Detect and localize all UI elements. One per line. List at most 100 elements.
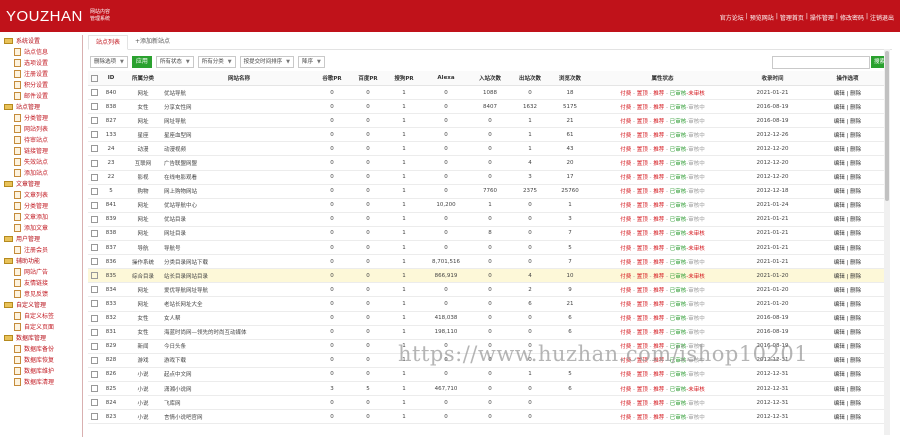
status-flag[interactable]: -审核中 [686, 415, 705, 421]
status-flag[interactable]: 推荐 [653, 401, 664, 407]
edit-link[interactable]: 编辑 [834, 217, 845, 223]
cell-category[interactable]: 网址 [122, 212, 164, 227]
status-flag[interactable]: 已审核 [670, 105, 687, 111]
edit-link[interactable]: 编辑 [834, 105, 845, 111]
cell-site-name[interactable]: 分类目录网站下载 [164, 254, 314, 270]
edit-link[interactable]: 编辑 [834, 161, 845, 167]
cell-site-name[interactable]: 优站目录 [164, 212, 314, 227]
status-flag[interactable]: 推荐 [653, 133, 664, 139]
status-flag[interactable]: -审核中 [686, 189, 705, 195]
status-flag[interactable]: 推荐 [653, 302, 664, 308]
status-flag[interactable]: 已审核 [670, 401, 687, 407]
cell-category[interactable]: 网址 [122, 296, 164, 312]
status-flag[interactable]: -审核中 [686, 133, 705, 139]
status-flag[interactable]: 推荐 [653, 274, 664, 280]
edit-link[interactable]: 编辑 [834, 316, 845, 322]
row-checkbox[interactable] [90, 286, 98, 294]
row-checkbox[interactable] [90, 356, 98, 364]
status-flag[interactable]: 推荐 [653, 203, 664, 209]
cell-category[interactable]: 影视 [122, 170, 164, 185]
status-flag[interactable]: 付费 [620, 175, 631, 181]
sidebar-item[interactable]: 数据库清理 [0, 376, 82, 387]
status-flag[interactable]: 推荐 [653, 147, 664, 153]
sidebar-item[interactable]: 网站广告 [0, 266, 82, 277]
sidebar-item[interactable]: 链接管理 [0, 145, 82, 156]
cell-category[interactable]: 网址 [122, 85, 164, 101]
edit-link[interactable]: 编辑 [834, 189, 845, 195]
status-flag[interactable]: 置顶 [637, 288, 648, 294]
edit-link[interactable]: 编辑 [834, 119, 845, 125]
status-flag[interactable]: 付费 [620, 260, 631, 266]
status-flag[interactable]: 付费 [620, 415, 631, 421]
vertical-scrollbar[interactable] [884, 49, 890, 435]
link-logout[interactable]: 注销退出 [870, 13, 894, 22]
edit-link[interactable]: 编辑 [834, 175, 845, 181]
status-flag[interactable]: 已审核 [670, 203, 687, 209]
cell-site-name[interactable]: 飞库网 [164, 395, 314, 411]
status-flag[interactable]: -审核中 [686, 175, 705, 181]
delete-link[interactable]: 删除 [850, 189, 861, 195]
delete-link[interactable]: 删除 [850, 231, 861, 237]
edit-link[interactable]: 编辑 [834, 372, 845, 378]
status-flag[interactable]: 置顶 [637, 316, 648, 322]
delete-link[interactable]: 删除 [850, 302, 861, 308]
cell-category[interactable]: 新闻 [122, 339, 164, 354]
status-flag[interactable]: 置顶 [637, 387, 648, 393]
status-flag[interactable]: 推荐 [653, 161, 664, 167]
status-flag[interactable]: 置顶 [637, 189, 648, 195]
cell-category[interactable]: 小说 [122, 367, 164, 382]
row-checkbox[interactable] [90, 413, 98, 421]
status-flag[interactable]: 已审核 [670, 302, 687, 308]
cell-site-name[interactable]: 优站导航中心 [164, 198, 314, 213]
sidebar-item[interactable]: 失效站点 [0, 156, 82, 167]
edit-link[interactable]: 编辑 [834, 91, 845, 97]
status-flag[interactable]: 已审核 [670, 91, 687, 97]
status-flag[interactable]: 推荐 [653, 260, 664, 266]
sidebar-item[interactable]: 自定义标签 [0, 310, 82, 321]
status-flag[interactable]: 付费 [620, 119, 631, 125]
status-flag[interactable]: 已审核 [670, 217, 687, 223]
sidebar-group-title[interactable]: 数据库管理 [0, 332, 82, 343]
row-checkbox[interactable] [90, 173, 98, 181]
status-flag[interactable]: 推荐 [653, 415, 664, 421]
status-flag[interactable]: 已审核 [670, 231, 687, 237]
cell-site-name[interactable]: 星座血型网 [164, 127, 314, 143]
status-flag[interactable]: 已审核 [670, 147, 687, 153]
delete-link[interactable]: 删除 [850, 330, 861, 336]
row-checkbox[interactable] [90, 131, 98, 139]
delete-link[interactable]: 删除 [850, 203, 861, 209]
status-flag[interactable]: 推荐 [653, 387, 664, 393]
edit-link[interactable]: 编辑 [834, 415, 845, 421]
edit-link[interactable]: 编辑 [834, 231, 845, 237]
row-checkbox[interactable] [90, 89, 98, 97]
row-checkbox[interactable] [90, 385, 98, 393]
cell-site-name[interactable]: 游戏下载 [164, 353, 314, 368]
status-flag[interactable]: -未审核 [686, 231, 705, 237]
status-flag[interactable]: 置顶 [637, 105, 648, 111]
cell-site-name[interactable]: 在线电影观看 [164, 170, 314, 185]
status-flag[interactable]: 推荐 [653, 316, 664, 322]
delete-link[interactable]: 删除 [850, 175, 861, 181]
status-flag[interactable]: 付费 [620, 203, 631, 209]
cell-site-name[interactable]: 网址目录 [164, 226, 314, 242]
sidebar-item[interactable]: 友情链接 [0, 277, 82, 288]
cell-site-name[interactable]: 言情小说吧官网 [164, 409, 314, 425]
scrollbar-thumb[interactable] [885, 51, 889, 201]
status-flag[interactable]: 置顶 [637, 217, 648, 223]
status-flag[interactable]: 推荐 [653, 288, 664, 294]
status-flag[interactable]: 置顶 [637, 274, 648, 280]
delete-link[interactable]: 删除 [850, 133, 861, 139]
tab-site-list[interactable]: 站点列表 [88, 35, 129, 50]
status-flag[interactable]: 已审核 [670, 119, 687, 125]
sidebar-item[interactable]: 数据库维护 [0, 365, 82, 376]
sidebar-group-title[interactable]: 站点管理 [0, 101, 82, 112]
status-flag[interactable]: 已审核 [670, 415, 687, 421]
sidebar-item[interactable]: 自定义页面 [0, 321, 82, 332]
status-flag[interactable]: -审核中 [686, 119, 705, 125]
row-checkbox[interactable] [90, 399, 98, 407]
delete-link[interactable]: 删除 [850, 105, 861, 111]
row-checkbox[interactable] [90, 215, 98, 223]
cell-category[interactable]: 购物 [122, 184, 164, 199]
sidebar-group-title[interactable]: 辅助功能 [0, 255, 82, 266]
row-checkbox[interactable] [90, 103, 98, 111]
